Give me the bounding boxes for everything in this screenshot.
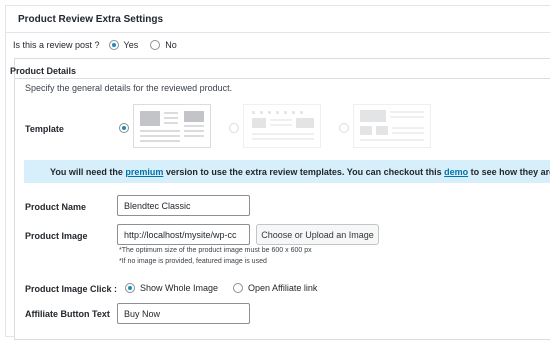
product-name-input[interactable]: Blendtec Classic (117, 195, 250, 216)
notice-text-2: version to use the extra review template… (163, 166, 445, 177)
details-divider (15, 78, 550, 79)
product-name-label: Product Name (25, 202, 87, 212)
show-whole-image-radio[interactable] (125, 283, 135, 293)
review-question-label: Is this a review post ? (13, 40, 100, 50)
affiliate-button-text-input[interactable]: Buy Now (117, 303, 250, 324)
template-3-thumbnail[interactable] (353, 104, 431, 148)
template-1-radio[interactable] (119, 123, 129, 133)
review-yes-radio[interactable] (108, 40, 119, 50)
notice-text-1: You will need the (50, 166, 126, 177)
open-affiliate-link-label[interactable]: Open Affiliate link (248, 283, 317, 293)
image-size-hint: *The optimum size of the product image m… (119, 247, 312, 254)
notice-text-3: to see how they are l (470, 166, 550, 177)
product-details-description: Specify the general details for the revi… (25, 83, 233, 93)
template-2-thumbnail[interactable] (243, 104, 321, 148)
review-no-label[interactable]: No (165, 40, 177, 50)
template-3-radio[interactable] (339, 123, 349, 133)
template-2-radio[interactable] (229, 123, 239, 133)
review-yes-label[interactable]: Yes (124, 40, 139, 50)
demo-link[interactable]: demo (444, 167, 468, 177)
premium-link[interactable]: premium (125, 167, 163, 177)
product-details-panel (14, 58, 550, 340)
metabox-title: Product Review Extra Settings (6, 6, 550, 33)
upload-image-button[interactable]: Choose or Upload an Image (256, 224, 379, 245)
premium-notice: You will need the premium version to use… (24, 160, 550, 183)
open-affiliate-link-radio[interactable] (233, 283, 243, 293)
image-click-option-show[interactable]: Show Whole Image (125, 283, 218, 293)
review-question-row: Is this a review post ? Yes No (13, 40, 177, 50)
product-image-label: Product Image (25, 231, 88, 241)
affiliate-button-text-label: Affiliate Button Text (25, 309, 110, 319)
image-click-label: Product Image Click : (25, 284, 118, 294)
review-no-radio[interactable] (150, 40, 161, 50)
product-image-url-input[interactable]: http://localhost/mysite/wp-cc (117, 224, 250, 245)
featured-image-hint: *If no image is provided, featured image… (119, 258, 267, 265)
template-1-thumbnail[interactable] (133, 104, 211, 148)
template-label: Template (25, 124, 64, 134)
product-details-title: Product Details (10, 66, 77, 76)
image-click-option-affiliate[interactable]: Open Affiliate link (233, 283, 317, 293)
show-whole-image-label[interactable]: Show Whole Image (140, 283, 218, 293)
